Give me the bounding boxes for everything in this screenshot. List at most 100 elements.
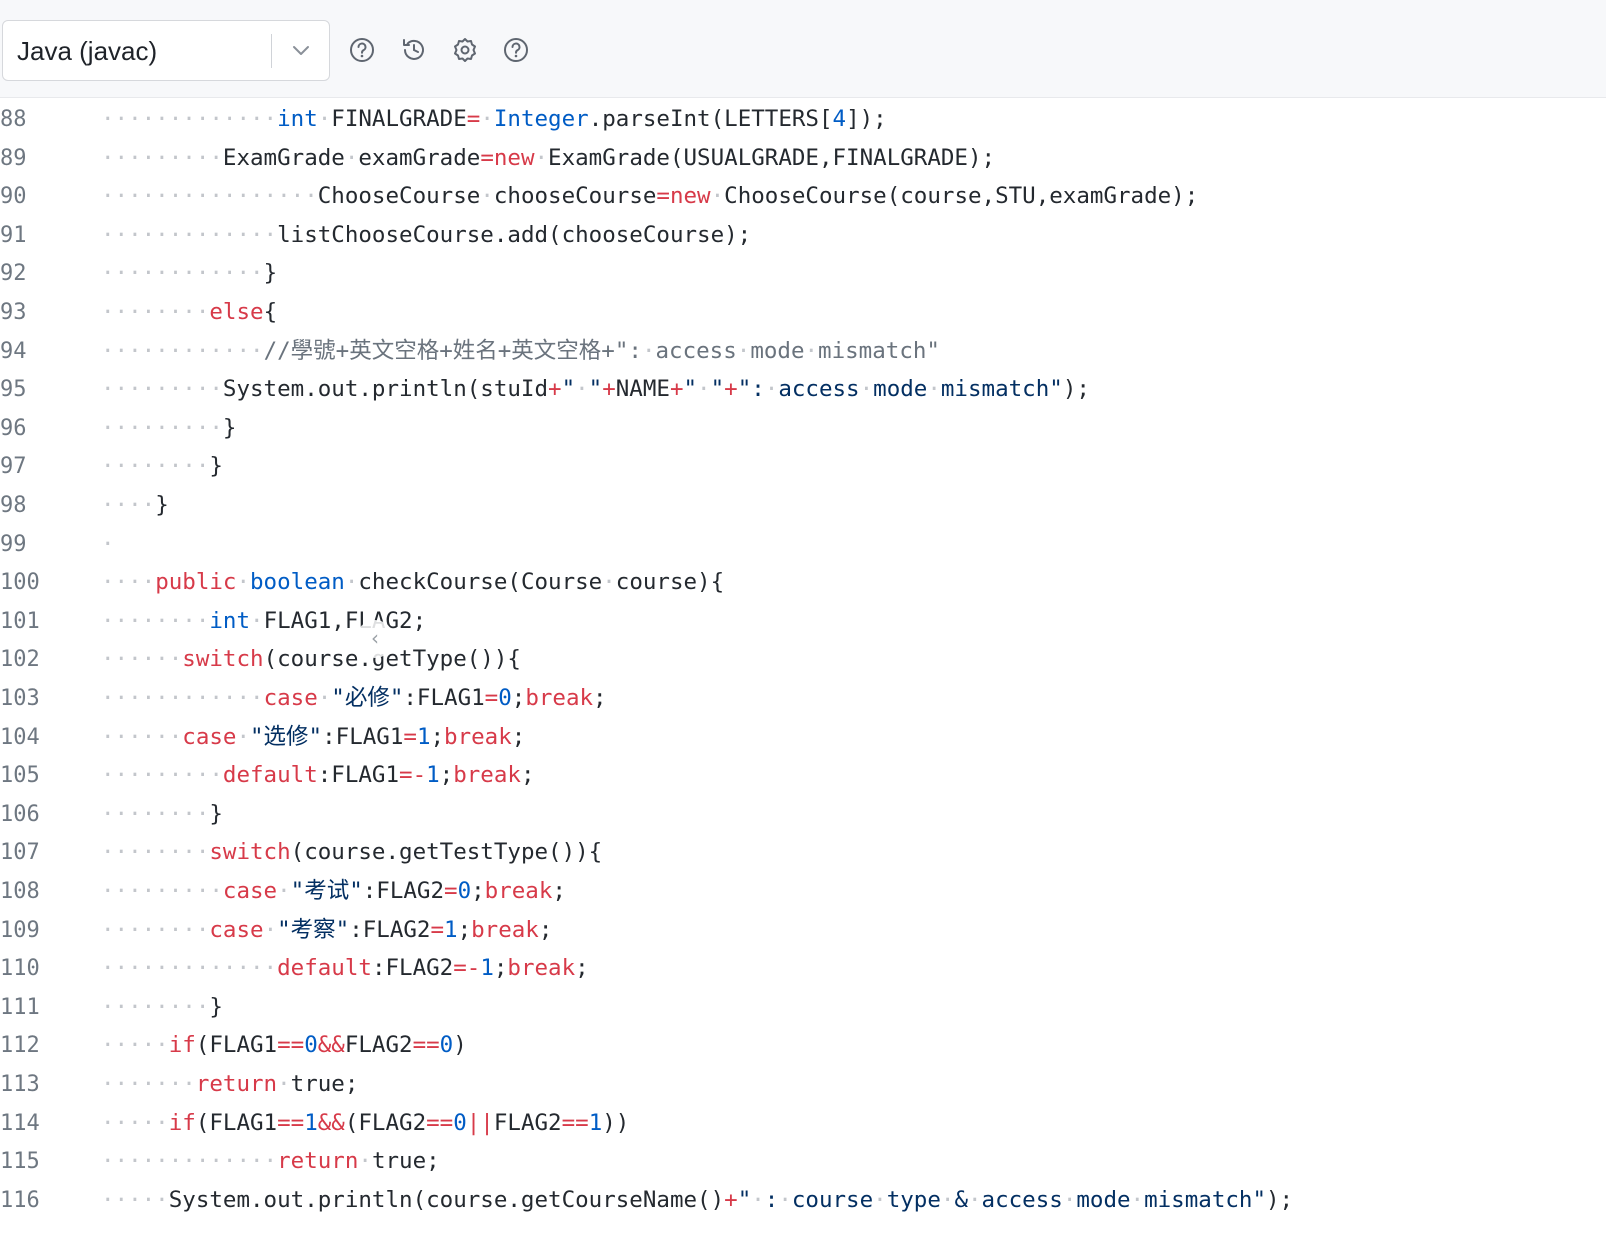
code-token: } xyxy=(209,800,223,827)
code-token: ; xyxy=(439,762,454,789)
code-token: case xyxy=(222,878,278,904)
language-select[interactable]: Java (javac) xyxy=(2,20,330,81)
code-token: access xyxy=(778,376,860,403)
code-line[interactable]: 94 ············//學號+英文空格+姓名+英文空格+":·acces… xyxy=(0,332,1606,372)
code-token: { xyxy=(263,299,278,325)
code-line[interactable]: 88 ·············int·FINALGRADE=·Integer.p… xyxy=(0,100,1606,140)
code-line[interactable]: 89 ·········ExamGrade·examGrade=new·ExamG… xyxy=(0,139,1606,179)
code-token: public xyxy=(155,569,237,596)
code-token: + xyxy=(724,376,738,403)
code-line[interactable]: 90 ················ChooseCourse·chooseCou… xyxy=(0,177,1606,217)
code-line[interactable]: 114 ·····if(FLAG1==1&&(FLAG2==0||FLAG2==1… xyxy=(0,1104,1606,1144)
code-token: ; xyxy=(552,878,566,904)
code-line[interactable]: 100 ····public·boolean·checkCourse(Course… xyxy=(0,563,1606,603)
code-line[interactable]: 113 ·······return·true; xyxy=(0,1065,1606,1105)
code-token: course xyxy=(791,1186,874,1213)
code-line[interactable]: 91 ·············listChooseCourse.add(choo… xyxy=(0,216,1606,256)
whitespace-marker: · xyxy=(1062,1186,1077,1213)
code-token: System.out.println(stuId xyxy=(222,376,549,403)
code-line[interactable]: 112 ·····if(FLAG1==0&&FLAG2==0) xyxy=(0,1026,1606,1066)
code-token: access xyxy=(981,1186,1063,1213)
help-circle-icon[interactable] xyxy=(501,35,531,65)
code-token: .parseInt(LETTERS[ xyxy=(588,106,833,132)
code-line[interactable]: 105 ·········default:FLAG1=-1;break; xyxy=(0,756,1606,796)
line-number: 91 xyxy=(0,222,27,248)
code-line[interactable]: 99 · xyxy=(0,525,1606,565)
code-token: if xyxy=(168,1109,196,1136)
code-line[interactable]: 103 ············case·"必修":FLAG1=0;break; xyxy=(0,679,1606,719)
code-token: switch xyxy=(209,839,291,866)
line-number: 104 xyxy=(0,724,40,750)
whitespace-marker: · xyxy=(764,376,779,403)
code-line[interactable]: 95 ·········System.out.println(stuId+"·"+… xyxy=(0,370,1606,410)
code-line[interactable]: 115 ·············return·true; xyxy=(0,1142,1606,1182)
whitespace-marker: ········· xyxy=(101,762,223,789)
code-line[interactable]: 116 ·····System.out.println(course.getCou… xyxy=(0,1181,1606,1221)
code-line[interactable]: 97 ········} xyxy=(0,447,1606,487)
code-line[interactable]: 101 ········int·FLAG1,FLAG2; xyxy=(0,602,1606,642)
code-token: } xyxy=(263,260,278,287)
code-editor[interactable]: 88 ·············int·FINALGRADE=·Integer.p… xyxy=(0,100,1606,1251)
settings-gear-icon[interactable] xyxy=(450,35,480,65)
code-token: mode xyxy=(1076,1186,1131,1213)
collapse-panel-button[interactable]: ‹ xyxy=(356,620,394,658)
code-line[interactable]: 106 ········} xyxy=(0,795,1606,835)
whitespace-marker: ········ xyxy=(101,993,210,1020)
code-line[interactable]: 104 ······case·"选修":FLAG1=1;break; xyxy=(0,718,1606,758)
code-line[interactable]: 111 ········} xyxy=(0,988,1606,1028)
line-number: 89 xyxy=(0,145,27,171)
code-token: new xyxy=(493,144,535,171)
code-token: ; xyxy=(520,762,535,789)
chevron-down-icon[interactable] xyxy=(286,36,316,66)
whitespace-marker: ············· xyxy=(101,955,278,982)
code-token: chooseCourse xyxy=(493,183,657,210)
code-line[interactable]: 92 ············} xyxy=(0,254,1606,294)
code-text: ·····System.out.println(course.getCourse… xyxy=(101,1181,1293,1221)
whitespace-marker: ········ xyxy=(101,800,210,827)
code-line[interactable]: 110 ·············default:FLAG2=-1;break; xyxy=(0,949,1606,989)
line-number: 88 xyxy=(0,107,27,132)
line-number: 92 xyxy=(0,261,27,287)
code-line[interactable]: 108 ·········case·"考试":FLAG2=0;break; xyxy=(0,872,1606,912)
code-token: 0 xyxy=(457,878,472,904)
code-token: " xyxy=(561,376,576,403)
code-line[interactable]: 102 ······switch(course.getType()){ xyxy=(0,640,1606,680)
line-number: 100 xyxy=(0,570,40,596)
code-token: :FLAG1 xyxy=(403,685,485,711)
code-token: default xyxy=(277,955,372,982)
code-text: ········} xyxy=(101,447,223,487)
code-token: new xyxy=(669,183,711,210)
code-token: ]); xyxy=(846,106,887,132)
code-line[interactable]: 93 ········else{ xyxy=(0,293,1606,333)
code-token: mode xyxy=(750,337,805,364)
code-text: ············} xyxy=(101,254,277,294)
code-token: 0 xyxy=(498,685,512,711)
code-token: 1 xyxy=(480,955,494,982)
code-token: break xyxy=(453,762,521,789)
code-token: " xyxy=(588,376,603,403)
code-token: :FLAG2 xyxy=(371,955,454,982)
whitespace-marker: · xyxy=(534,144,549,171)
help-circle-icon[interactable] xyxy=(347,35,377,65)
code-token: = xyxy=(403,723,417,750)
code-token: } xyxy=(209,993,223,1020)
whitespace-marker: ····· xyxy=(101,1032,169,1059)
code-line[interactable]: 98 ····} xyxy=(0,486,1606,526)
code-line[interactable]: 109 ········case·"考察":FLAG2=1;break; xyxy=(0,911,1606,951)
code-text: ·········System.out.println(stuId+"·"+NA… xyxy=(101,370,1090,410)
code-token: (course.getTestType()){ xyxy=(290,839,603,866)
line-number: 105 xyxy=(0,763,40,789)
whitespace-marker: · xyxy=(1130,1186,1145,1213)
code-token: FLAG2 xyxy=(493,1109,562,1136)
select-divider xyxy=(271,34,272,68)
code-token: ChooseCourse xyxy=(317,183,481,210)
code-token: || xyxy=(466,1109,494,1136)
history-icon[interactable] xyxy=(399,35,429,65)
code-line[interactable]: 107 ········switch(course.getTestType()){ xyxy=(0,833,1606,873)
whitespace-marker: ············ xyxy=(101,337,264,364)
code-token: Integer xyxy=(493,106,589,132)
code-token: listChooseCourse.add(chooseCourse); xyxy=(277,221,752,248)
line-number: 99 xyxy=(0,531,27,557)
code-line[interactable]: 96 ·········} xyxy=(0,409,1606,449)
code-text: ·········} xyxy=(101,409,236,449)
